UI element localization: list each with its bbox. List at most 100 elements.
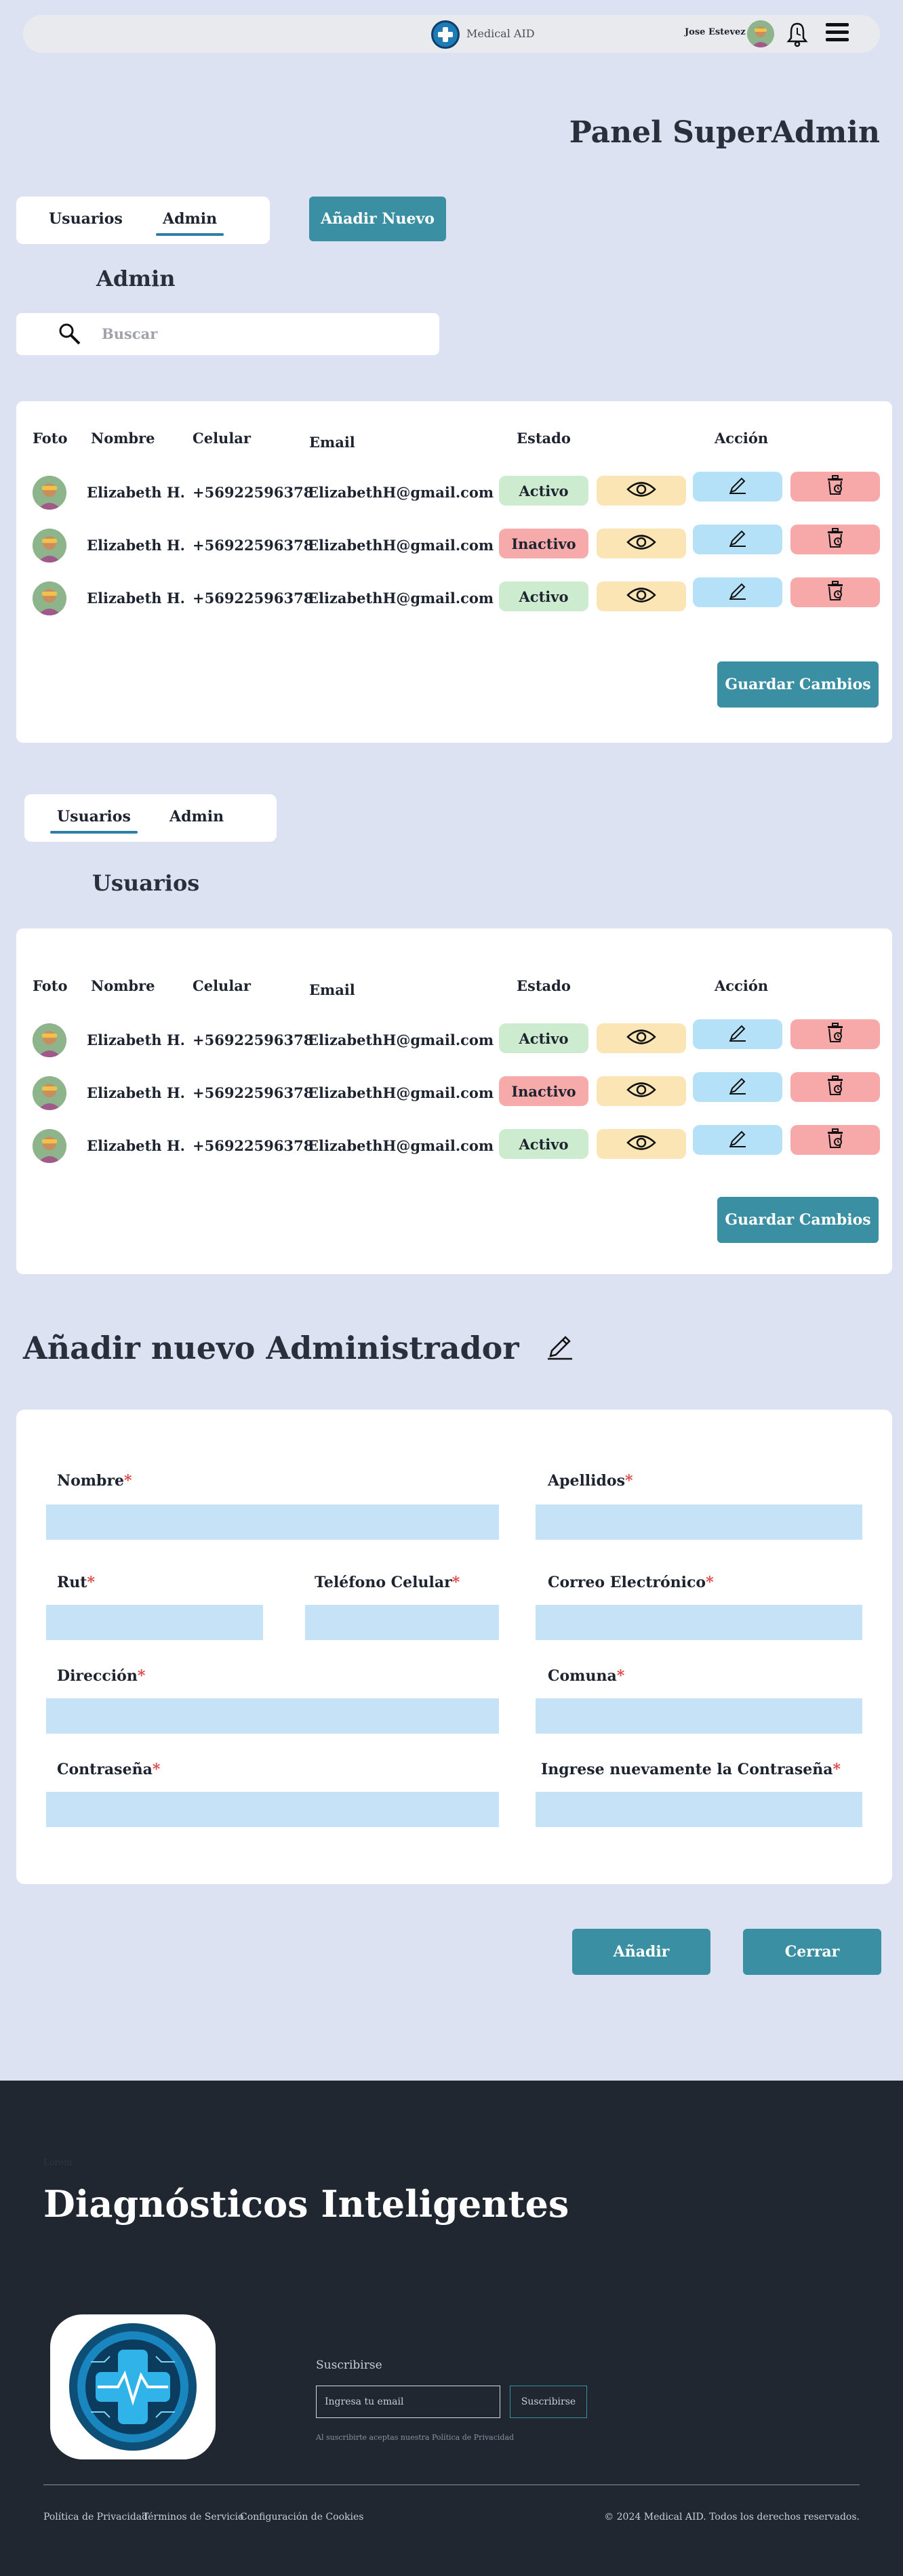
save-changes-button[interactable]: Guardar Cambios	[717, 661, 879, 708]
rut-field[interactable]	[46, 1605, 263, 1640]
close-button[interactable]: Cerrar	[743, 1929, 881, 1975]
status-badge[interactable]: Inactivo	[499, 529, 588, 558]
hamburger-menu-icon[interactable]	[826, 23, 849, 45]
col-header-nombre: Nombre	[91, 430, 155, 447]
table-row: Elizabeth H. +56922596378 ElizabethH@gmail…	[16, 1125, 892, 1163]
comuna-field[interactable]	[536, 1698, 862, 1734]
col-header-nombre: Nombre	[91, 977, 155, 994]
add-new-button[interactable]: Añadir Nuevo	[309, 197, 446, 241]
cell-email: ElizabethH@gmail.com	[308, 1084, 494, 1101]
edit-button[interactable]	[693, 1072, 782, 1102]
delete-button[interactable]	[790, 577, 880, 607]
view-button[interactable]	[597, 529, 686, 558]
view-button[interactable]	[597, 1129, 686, 1159]
user-name: Jose Estevez	[685, 27, 746, 37]
password-field[interactable]	[46, 1792, 499, 1827]
email-field[interactable]	[536, 1605, 862, 1640]
cell-celular: +56922596378	[193, 1084, 314, 1101]
trash-icon	[826, 1128, 845, 1152]
cell-nombre: Elizabeth H.	[87, 590, 185, 607]
cookies-link[interactable]: Configuración de Cookies	[240, 2512, 363, 2522]
search-input[interactable]	[102, 321, 414, 347]
trash-icon	[826, 1022, 845, 1046]
edit-button[interactable]	[693, 577, 782, 607]
edit-button[interactable]	[693, 1125, 782, 1155]
cell-celular: +56922596378	[193, 484, 314, 501]
avatar	[33, 476, 66, 510]
avatar[interactable]	[747, 20, 774, 47]
table-row: Elizabeth H. +56922596378 ElizabethH@gmail…	[16, 1072, 892, 1110]
users-table: Foto Nombre Celular Email Estado Acción …	[16, 928, 892, 1274]
avatar	[33, 529, 66, 563]
pencil-icon	[728, 1023, 747, 1046]
privacy-link[interactable]: Política de Privacidad	[43, 2512, 148, 2522]
terms-link[interactable]: Términos de Servicio	[142, 2512, 243, 2522]
status-badge[interactable]: Activo	[499, 476, 588, 506]
trash-icon	[826, 580, 845, 605]
eye-icon	[626, 1134, 656, 1155]
password-repeat-field[interactable]	[536, 1792, 862, 1827]
tab-bar: Usuarios Admin	[24, 794, 277, 842]
subscribe-button[interactable]: Suscribirse	[510, 2386, 587, 2418]
cell-nombre: Elizabeth H.	[87, 1137, 185, 1154]
pencil-icon	[728, 529, 747, 551]
status-badge[interactable]: Activo	[499, 581, 588, 611]
eye-icon	[626, 1081, 656, 1102]
cell-email: ElizabethH@gmail.com	[308, 1137, 494, 1154]
nombre-field[interactable]	[46, 1505, 499, 1540]
delete-button[interactable]	[790, 525, 880, 554]
trash-icon	[826, 527, 845, 552]
pencil-icon	[728, 1129, 747, 1151]
edit-button[interactable]	[693, 525, 782, 554]
label-telefono: Teléfono Celular*	[315, 1574, 460, 1591]
trash-icon	[826, 474, 845, 499]
edit-button[interactable]	[693, 472, 782, 502]
medical-cross-icon[interactable]	[431, 20, 460, 49]
top-navbar: Medical AID Jose Estevez	[23, 15, 880, 53]
pencil-icon[interactable]	[545, 1332, 575, 1362]
telefono-field[interactable]	[305, 1605, 499, 1640]
view-button[interactable]	[597, 1023, 686, 1053]
tab-usuarios[interactable]: Usuarios	[50, 808, 138, 834]
col-header-celular: Celular	[193, 430, 251, 447]
tab-admin[interactable]: Admin	[169, 808, 224, 825]
label-correo: Correo Electrónico*	[548, 1574, 714, 1591]
status-badge[interactable]: Activo	[499, 1023, 588, 1053]
delete-button[interactable]	[790, 1019, 880, 1049]
cell-email: ElizabethH@gmail.com	[308, 590, 494, 607]
subscribe-label: Suscribirse	[316, 2358, 382, 2372]
tab-bar: Usuarios Admin	[16, 197, 270, 244]
col-header-foto: Foto	[33, 977, 68, 994]
view-button[interactable]	[597, 581, 686, 611]
pencil-icon	[728, 1076, 747, 1099]
newsletter-email-input[interactable]	[316, 2386, 500, 2418]
table-row: Elizabeth H. +56922596378 ElizabethH@gmail…	[16, 1019, 892, 1057]
status-badge[interactable]: Activo	[499, 1129, 588, 1159]
delete-button[interactable]	[790, 1072, 880, 1102]
cell-email: ElizabethH@gmail.com	[308, 537, 494, 554]
subscribe-note: Al suscribirte aceptas nuestra Política …	[316, 2433, 515, 2442]
save-changes-button[interactable]: Guardar Cambios	[717, 1197, 879, 1243]
magnifier-icon	[59, 323, 81, 345]
tab-admin[interactable]: Admin	[155, 210, 224, 236]
avatar	[33, 1129, 66, 1163]
brand-name[interactable]: Medical AID	[466, 27, 535, 40]
apellidos-field[interactable]	[536, 1505, 862, 1540]
table-row: Elizabeth H. +56922596378 ElizabethH@gmail…	[16, 525, 892, 563]
col-header-accion: Acción	[715, 977, 769, 994]
section-label-admin: Admin	[96, 266, 176, 291]
avatar	[33, 1023, 66, 1057]
cell-celular: +56922596378	[193, 537, 314, 554]
bell-icon[interactable]	[785, 20, 809, 47]
status-badge[interactable]: Inactivo	[499, 1076, 588, 1106]
tab-usuarios[interactable]: Usuarios	[49, 210, 123, 228]
delete-button[interactable]	[790, 1125, 880, 1155]
edit-button[interactable]	[693, 1019, 782, 1049]
delete-button[interactable]	[790, 472, 880, 502]
trash-icon	[826, 1075, 845, 1099]
view-button[interactable]	[597, 476, 686, 506]
direccion-field[interactable]	[46, 1698, 499, 1734]
add-button[interactable]: Añadir	[572, 1929, 710, 1975]
view-button[interactable]	[597, 1076, 686, 1106]
eye-icon	[626, 533, 656, 554]
